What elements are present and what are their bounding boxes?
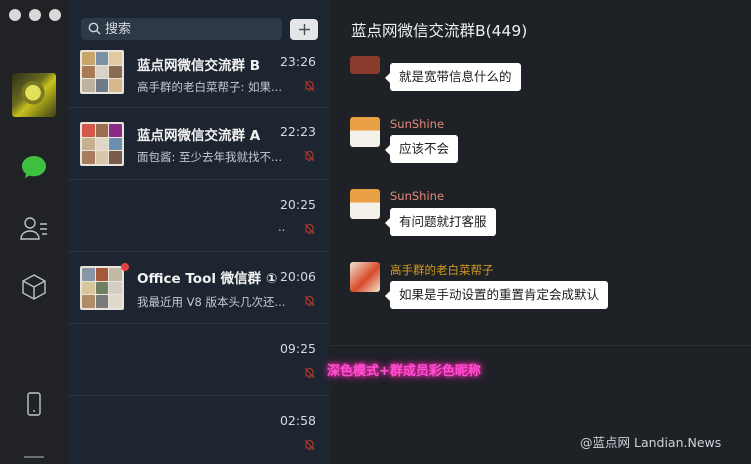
message-sender: 高手群的老白菜帮子 [390,263,494,277]
chat-preview: .. [278,220,286,234]
message-sender: SunShine [390,117,445,131]
contacts-icon[interactable] [19,213,49,243]
more-menu-icon[interactable] [24,456,44,458]
chat-preview: 我最近用 V8 版本头几次还... [137,295,286,309]
message-bubble: 如果是手动设置的重置肯定会成默认 [384,281,609,310]
input-divider [330,345,751,346]
message-bubble: 有问题就打客服 [385,208,496,237]
message-sender: SunShine [390,189,445,203]
group-avatar [80,50,124,94]
chat-list-item[interactable]: 20:25 .. [68,180,330,252]
mute-bell-icon [304,80,315,92]
chat-preview: 高手群的老白菜帮子: 如果... [137,80,282,94]
chat-name: Office Tool 微信群 ① [137,271,278,287]
window-controls [9,9,61,21]
chat-time: 22:23 [279,124,316,139]
unread-badge [121,263,129,271]
chat-list-item[interactable]: 02:58 [68,396,330,464]
chat-list: 蓝点网微信交流群 B 23:26 高手群的老白菜帮子: 如果... 蓝点网微信交… [68,0,330,464]
conversation-panel: 蓝点网微信交流群B(449) 就是宽带信息什么的 SunShine 应该不会 S… [327,0,751,464]
user-avatar[interactable] [12,73,56,117]
chat-list-item[interactable]: 蓝点网微信交流群 A 22:23 面包酱: 至少去年我就找不... [68,108,330,180]
chat-time: 20:25 [279,197,316,212]
minimize-window-button[interactable] [29,9,41,21]
close-window-button[interactable] [9,9,21,21]
message-bubble: 应该不会 [384,135,459,164]
cube-icon[interactable] [19,272,49,302]
site-watermark: @蓝点网 Landian.News [580,435,722,450]
message-avatar [350,56,380,74]
message-avatar[interactable] [350,189,380,219]
chat-preview: 面包酱: 至少去年我就找不... [137,150,282,164]
chat-list-item[interactable]: 09:25 [68,324,330,396]
zoom-window-button[interactable] [49,9,61,21]
phone-icon[interactable] [19,389,49,419]
chat-title: 蓝点网微信交流群B(449) [351,22,528,40]
message-avatar[interactable] [350,117,380,147]
mute-bell-icon [304,367,315,379]
message-avatar[interactable] [350,262,380,292]
group-avatar [80,266,124,310]
chat-name: 蓝点网微信交流群 B [137,58,260,74]
caption-overlay: 深色模式+群成员彩色昵称 [327,364,481,379]
sidebar-rail [0,0,68,464]
chat-time: 02:58 [279,413,316,428]
chat-bubble-icon[interactable] [19,152,49,182]
chat-time: 09:25 [279,341,316,356]
chat-time: 23:26 [279,54,316,69]
plus-icon [298,24,310,35]
chat-time: 20:06 [279,269,316,284]
group-avatar [80,122,124,166]
chat-name: 蓝点网微信交流群 A [137,128,261,144]
search-icon [88,22,101,35]
chat-list-item[interactable]: Office Tool 微信群 ① 20:06 我最近用 V8 版本头几次还..… [68,252,330,324]
message-bubble: 就是宽带信息什么的 [385,63,521,92]
mute-bell-icon [304,439,315,451]
mute-bell-icon [304,150,315,162]
mute-bell-icon [304,295,315,307]
mute-bell-icon [304,223,315,235]
chat-list-item[interactable]: 蓝点网微信交流群 B 23:26 高手群的老白菜帮子: 如果... [68,36,330,108]
